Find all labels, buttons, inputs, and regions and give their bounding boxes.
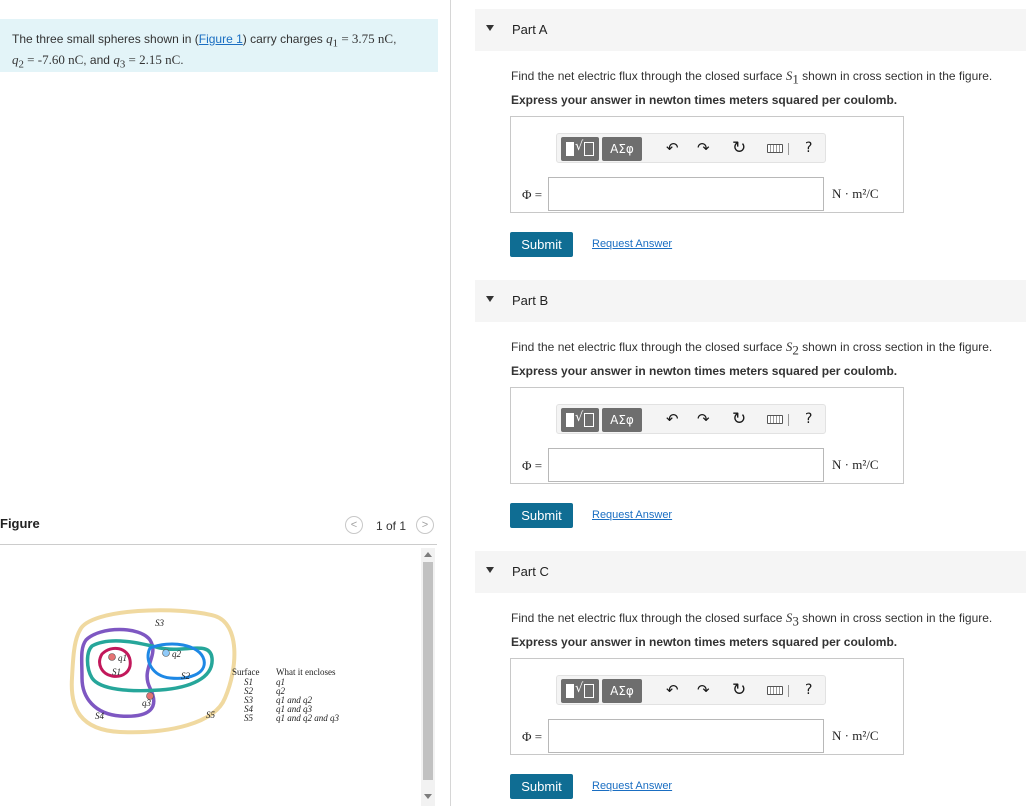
problem-text: The three small spheres shown in ( <box>12 32 199 46</box>
figure-title: Figure <box>0 516 40 531</box>
undo-icon[interactable]: ↶ <box>666 680 679 700</box>
label-q3: q3 <box>142 698 152 708</box>
pager-next-button[interactable]: > <box>416 516 434 534</box>
svg-text:q1 and q2 and q3: q1 and q2 and q3 <box>276 713 340 723</box>
svg-text:S5: S5 <box>244 713 254 723</box>
label-s4: S4 <box>95 711 105 721</box>
gauss-surfaces-diagram: q1 q2 q3 S1 S2 S3 S4 S5 Surface What it … <box>69 608 340 735</box>
problem-statement: The three small spheres shown in (Figure… <box>0 19 438 72</box>
label-q1: q1 <box>118 653 127 663</box>
keyboard-icon[interactable] <box>767 686 783 695</box>
phi-label: Φ = <box>522 187 543 202</box>
part-a-instruction: Express your answer in newton times mete… <box>511 93 898 107</box>
pager-prev-button[interactable]: < <box>345 516 363 534</box>
undo-icon[interactable]: ↶ <box>666 138 679 158</box>
charge-q1 <box>108 653 116 661</box>
figure-scrollbar[interactable] <box>421 548 435 806</box>
scroll-up-arrow-icon[interactable] <box>424 552 432 557</box>
caret-down-icon <box>486 296 494 302</box>
label-q2: q2 <box>172 649 182 659</box>
help-button[interactable]: ? <box>805 409 812 429</box>
figure-image: q1 q2 q3 S1 S2 S3 S4 S5 Surface What it … <box>0 548 420 806</box>
templates-button[interactable]: √ <box>561 679 599 703</box>
problem-text: ) carry charges <box>242 32 323 46</box>
part-b: Part B Find the net electric flux throug… <box>475 280 1026 542</box>
figure-link[interactable]: Figure 1 <box>199 32 243 46</box>
part-a-answer-box: √ ΑΣφ ↶ ↷ ↻ ? Φ = N · m²/C <box>510 116 904 213</box>
math-toolbar: √ ΑΣφ ↶ ↷ ↻ ? <box>556 675 826 705</box>
greek-symbols-button[interactable]: ΑΣφ <box>602 408 642 432</box>
unit-label: N · m²/C <box>832 186 879 201</box>
unit-label: N · m²/C <box>832 457 879 472</box>
reset-icon[interactable]: ↻ <box>732 138 746 158</box>
toolbar-separator <box>788 414 789 426</box>
unit-label: N · m²/C <box>832 728 879 743</box>
label-s5: S5 <box>206 710 216 720</box>
part-b-answer-box: √ ΑΣφ ↶ ↷ ↻ ? Φ = N · m²/C <box>510 387 904 484</box>
figure-divider <box>0 544 437 545</box>
part-a-answer-input[interactable] <box>548 177 824 211</box>
part-a-header[interactable]: Part A <box>475 9 1026 51</box>
q1-value: q1 = 3.75 nC <box>326 31 394 50</box>
part-c: Part C Find the net electric flux throug… <box>475 551 1026 806</box>
redo-icon[interactable]: ↷ <box>697 680 710 700</box>
part-b-title: Part B <box>512 293 549 308</box>
templates-button[interactable]: √ <box>561 408 599 432</box>
q3-value: q3 = 2.15 nC <box>113 51 181 71</box>
part-b-answer-input[interactable] <box>548 448 824 482</box>
part-c-submit-button[interactable]: Submit <box>510 774 573 799</box>
part-a-submit-button[interactable]: Submit <box>510 232 573 257</box>
part-b-submit-button[interactable]: Submit <box>510 503 573 528</box>
caret-down-icon <box>486 567 494 573</box>
part-b-instruction: Express your answer in newton times mete… <box>511 364 898 378</box>
caret-down-icon <box>486 25 494 31</box>
toolbar-separator <box>788 143 789 155</box>
part-b-header[interactable]: Part B <box>475 280 1026 322</box>
part-a-title: Part A <box>512 22 548 37</box>
part-a-question: Find the net electric flux through the c… <box>511 68 993 87</box>
part-a-request-answer-link[interactable]: Request Answer <box>592 238 672 250</box>
redo-icon[interactable]: ↷ <box>697 409 710 429</box>
reset-icon[interactable]: ↻ <box>732 409 746 429</box>
column-divider <box>450 0 451 806</box>
keyboard-icon[interactable] <box>767 144 783 153</box>
phi-label: Φ = <box>522 729 543 744</box>
greek-symbols-button[interactable]: ΑΣφ <box>602 679 642 703</box>
scroll-down-arrow-icon[interactable] <box>424 794 432 799</box>
table-header-encloses: What it encloses <box>276 667 336 677</box>
table-header-surface: Surface <box>232 667 259 677</box>
greek-symbols-button[interactable]: ΑΣφ <box>602 137 642 161</box>
part-a: Part A Find the net electric flux throug… <box>475 9 1026 271</box>
math-toolbar: √ ΑΣφ ↶ ↷ ↻ ? <box>556 133 826 163</box>
keyboard-icon[interactable] <box>767 415 783 424</box>
scrollbar-thumb[interactable] <box>423 562 433 780</box>
undo-icon[interactable]: ↶ <box>666 409 679 429</box>
charge-q2 <box>162 649 170 657</box>
q2-value: q2 = -7.60 nC <box>12 51 84 71</box>
math-toolbar: √ ΑΣφ ↶ ↷ ↻ ? <box>556 404 826 434</box>
part-c-answer-box: √ ΑΣφ ↶ ↷ ↻ ? Φ = N · m²/C <box>510 658 904 755</box>
help-button[interactable]: ? <box>805 680 812 700</box>
toolbar-separator <box>788 685 789 697</box>
label-s2: S2 <box>181 671 191 681</box>
phi-label: Φ = <box>522 458 543 473</box>
part-c-title: Part C <box>512 564 549 579</box>
part-b-question: Find the net electric flux through the c… <box>511 339 993 358</box>
help-button[interactable]: ? <box>805 138 812 158</box>
part-c-request-answer-link[interactable]: Request Answer <box>592 780 672 792</box>
part-c-header[interactable]: Part C <box>475 551 1026 593</box>
label-s1: S1 <box>112 667 121 677</box>
templates-button[interactable]: √ <box>561 137 599 161</box>
pager-text: 1 of 1 <box>376 519 407 533</box>
part-b-request-answer-link[interactable]: Request Answer <box>592 509 672 521</box>
left-panel: The three small spheres shown in (Figure… <box>0 0 450 806</box>
redo-icon[interactable]: ↷ <box>697 138 710 158</box>
part-c-question: Find the net electric flux through the c… <box>511 610 993 629</box>
part-c-answer-input[interactable] <box>548 719 824 753</box>
label-s3: S3 <box>155 618 165 628</box>
part-c-instruction: Express your answer in newton times mete… <box>511 635 898 649</box>
reset-icon[interactable]: ↻ <box>732 680 746 700</box>
